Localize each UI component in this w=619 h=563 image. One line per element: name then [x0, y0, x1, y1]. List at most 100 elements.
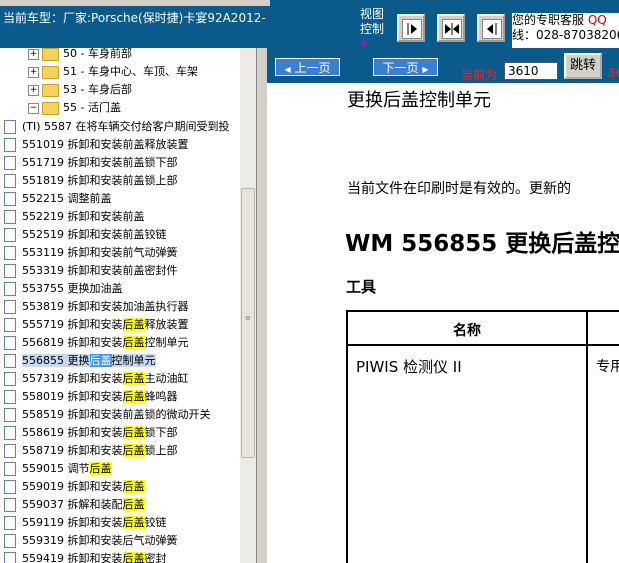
tree-document-item[interactable]: 553755 更换加油盖: [4, 280, 123, 298]
tree-document-item[interactable]: 558519 拆卸和安装前盖锁的微动开关: [4, 406, 211, 424]
document-icon: [4, 498, 16, 512]
document-icon: [4, 336, 16, 350]
tree-document-label: 553119 拆卸和安装前气动弹簧: [22, 246, 178, 259]
tree-document-item[interactable]: 552519 拆卸和安装前盖铰链: [4, 226, 167, 244]
service-phone: 线：028-87038206: [512, 28, 619, 42]
next-page-button[interactable]: 下一页 ▶: [373, 58, 438, 76]
label-text: 控制单元: [111, 354, 156, 367]
label-text: 559319 拆卸和安装后气动弹簧: [22, 534, 178, 547]
tree-document-item[interactable]: 559015 调节后盖: [4, 460, 112, 478]
tree-document-item[interactable]: 552219 拆卸和安装前盖: [4, 208, 145, 226]
tree-document-label: 558719 拆卸和安装后盖锁上部: [22, 444, 178, 457]
qq-link[interactable]: QQ: [588, 13, 607, 27]
next-page-label: 下一页: [382, 61, 419, 75]
page-number-input[interactable]: [504, 62, 558, 80]
tree-document-item[interactable]: (TI) 5587 在将车辆交付给客户期间受到投: [4, 118, 230, 136]
tree-pane: +50 - 车身前部 +51 - 车身中心、车顶、车架 +53 - 车身后部 −55 …: [0, 48, 257, 563]
document-heading: 更换后盖控制单元: [347, 90, 491, 111]
tree-document-item[interactable]: 559119 拆卸和安装后盖铰链: [4, 514, 167, 532]
tree-folder[interactable]: +53 - 车身后部: [28, 81, 132, 99]
document-icon: [4, 408, 16, 422]
label-text: 558719 拆卸和安装: [22, 444, 123, 457]
tree-folder[interactable]: +50 - 车身前部: [28, 48, 132, 63]
tree-document-item[interactable]: 551719 拆卸和安装前盖锁下部: [4, 154, 178, 172]
tree-folder[interactable]: +51 - 车身中心、车顶、车架: [28, 63, 198, 81]
label-text: 559037 拆解和装配: [22, 498, 123, 511]
scrollbar-thumb[interactable]: ≡: [241, 188, 255, 458]
pane-splitter[interactable]: [257, 48, 267, 563]
document-icon: [4, 192, 16, 206]
tree-document-item[interactable]: 558619 拆卸和安装后盖锁下部: [4, 424, 178, 442]
tree-document-label: 559015 调节后盖: [22, 462, 112, 475]
tree-document-item[interactable]: 553319 拆卸和安装前盖密封件: [4, 262, 178, 280]
tool-name-cell: PIWIS 检测仪 II: [356, 358, 462, 376]
label-text: 551719 拆卸和安装前盖锁下部: [22, 156, 178, 169]
tree-folder-label: 53 - 车身后部: [63, 83, 132, 96]
label-text: 552519 拆卸和安装前盖铰链: [22, 228, 167, 241]
arrow-left-bar-icon: [487, 23, 497, 35]
document-icon: [4, 516, 16, 530]
tree-document-item[interactable]: 559319 拆卸和安装后气动弹簧: [4, 532, 178, 550]
vehicle-title: 当前车型：厂家:Porsche(保时捷)卡宴92A2012-: [3, 11, 266, 25]
label-text: 释放装置: [144, 318, 189, 331]
tree-document-item[interactable]: 553119 拆卸和安装前气动弹簧: [4, 244, 178, 262]
view-left-button[interactable]: [477, 14, 505, 42]
collapse-icon[interactable]: −: [28, 102, 39, 114]
tree-document-item[interactable]: 552215 调整前盖: [4, 190, 112, 208]
tree-document-item[interactable]: 558019 拆卸和安装后盖蜂鸣器: [4, 388, 178, 406]
folder-icon: [42, 101, 59, 115]
tree-document-item[interactable]: 556819 拆卸和安装后盖控制单元: [4, 334, 189, 352]
tree-document-item[interactable]: 559037 拆解和装配后盖: [4, 496, 145, 514]
label-text: 控制单元: [144, 336, 189, 349]
expand-icon[interactable]: +: [28, 48, 39, 60]
view-right-button[interactable]: [397, 14, 425, 42]
tree-folder-label: 55 - 活门盖: [63, 101, 121, 114]
tree-folder[interactable]: − 55 - 活门盖: [28, 99, 121, 117]
arrow-right-bar-icon: [407, 23, 417, 35]
document-icon: [4, 282, 16, 296]
expand-icon[interactable]: +: [28, 66, 39, 78]
tree-document-item[interactable]: 558719 拆卸和安装后盖锁上部: [4, 442, 178, 460]
grip-icon: ≡: [245, 314, 251, 322]
tree-document-item[interactable]: 555719 拆卸和安装后盖释放装置: [4, 316, 189, 334]
tree-document-item[interactable]: 559019 拆卸和安装后盖: [4, 478, 145, 496]
label-text: 密封: [144, 552, 167, 563]
tree-document-label: 553755 更换加油盖: [22, 282, 123, 295]
tree-document-label: 559319 拆卸和安装后气动弹簧: [22, 534, 178, 547]
document-icon: [4, 372, 16, 386]
jump-button[interactable]: 跳转: [564, 53, 602, 79]
search-highlight: 后盖: [122, 336, 145, 349]
document-icon: [4, 552, 16, 563]
tool-type-cell: 专用: [596, 359, 619, 375]
document-icon: [4, 228, 16, 242]
document-icon: [4, 318, 16, 332]
tree-document-label: 558619 拆卸和安装后盖锁下部: [22, 426, 178, 439]
expand-icon[interactable]: +: [28, 84, 39, 96]
document-icon: [4, 444, 16, 458]
prev-page-button[interactable]: ◀ 上一页: [275, 58, 340, 76]
top-bar: 当前车型：厂家:Porsche(保时捷)卡宴92A2012- 视图控制 您的专职…: [0, 0, 619, 48]
search-highlight: 后盖: [89, 354, 112, 367]
tree-document-label: 551719 拆卸和安装前盖锁下部: [22, 156, 178, 169]
search-highlight: 后盖: [122, 480, 145, 493]
label-text: 552215 调整前盖: [22, 192, 112, 205]
tree-document-item[interactable]: 551819 拆卸和安装前盖锁上部: [4, 172, 178, 190]
tree-scrollbar[interactable]: ≡: [240, 48, 256, 563]
label-text: 蜂鸣器: [144, 390, 178, 403]
label-text: 559119 拆卸和安装: [22, 516, 123, 529]
top-strip: [0, 0, 270, 6]
tree-document-item[interactable]: 557319 拆卸和安装后盖主动油缸: [4, 370, 189, 388]
tree-document-label: 558019 拆卸和安装后盖蜂鸣器: [22, 390, 178, 403]
tree-document-label: (TI) 5587 在将车辆交付给客户期间受到投: [22, 120, 230, 133]
tree-document-item[interactable]: 559419 拆卸和安装后盖密封: [4, 550, 167, 563]
tree-document-item[interactable]: 551019 拆卸和安装前盖释放装置: [4, 136, 189, 154]
view-split-button[interactable]: [437, 14, 465, 42]
tree-document-item[interactable]: 556855 更换后盖控制单元: [4, 352, 156, 370]
total-pages: 36: [608, 66, 619, 80]
view-marker-icon: [362, 38, 369, 48]
label-text: 553819 拆卸和安装加油盖执行器: [22, 300, 189, 313]
service-label: 您的专职客服: [512, 13, 585, 27]
search-highlight: 后盖: [89, 462, 112, 475]
search-highlight: 后盖: [122, 390, 145, 403]
tree-document-item[interactable]: 553819 拆卸和安装加油盖执行器: [4, 298, 189, 316]
